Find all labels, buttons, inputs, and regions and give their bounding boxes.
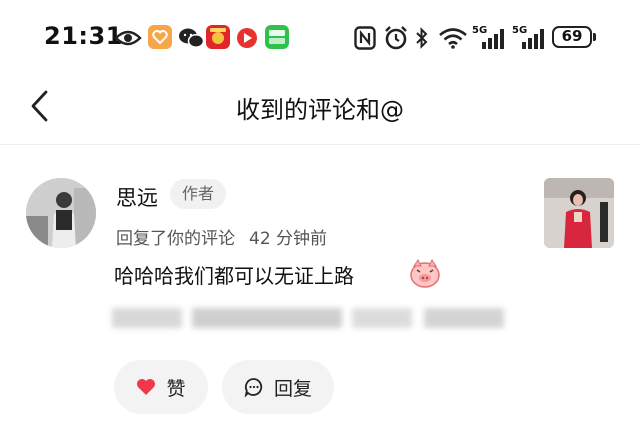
signal-icon-2 (522, 29, 544, 49)
wechat-icon (179, 28, 204, 48)
app-game-icon (206, 25, 230, 49)
page-title: 收到的评论和@ (236, 96, 404, 124)
iqiyi-icon (265, 25, 289, 49)
author-badge: 作者 (170, 179, 226, 209)
like-label: 赞 (166, 377, 186, 400)
header-divider (0, 144, 640, 145)
bluetooth-icon (416, 27, 428, 49)
like-button[interactable]: 赞 (114, 360, 208, 414)
alarm-icon (385, 26, 407, 50)
battery-indicator: 69 (552, 26, 592, 48)
comment-bubble-icon (244, 378, 263, 397)
eye-icon (114, 30, 142, 46)
status-time: 21:31 (44, 22, 123, 50)
reply-button[interactable]: 回复 (222, 360, 334, 414)
reply-label: 回复 (273, 377, 312, 400)
pig-emoji-icon (410, 259, 440, 288)
comment-meta: 回复了你的评论 42 分钟前 (116, 224, 327, 249)
heart-icon (137, 379, 156, 395)
action-text: 回复了你的评论 (116, 229, 235, 249)
video-app-icon (237, 28, 257, 48)
signal-icon-1 (482, 29, 504, 49)
post-thumbnail[interactable] (544, 178, 614, 248)
app-heart-icon (148, 25, 172, 49)
comment-text: 哈哈哈我们都可以无证上路 (114, 264, 354, 288)
author-name[interactable]: 思远 (116, 182, 158, 212)
status-bar: 21:31 5G 5G 69 (0, 0, 640, 72)
nfc-icon (354, 26, 376, 50)
battery-tip (593, 33, 596, 41)
time-ago: 42 分钟前 (249, 229, 328, 249)
wifi-icon (439, 28, 467, 49)
avatar[interactable] (26, 178, 96, 248)
